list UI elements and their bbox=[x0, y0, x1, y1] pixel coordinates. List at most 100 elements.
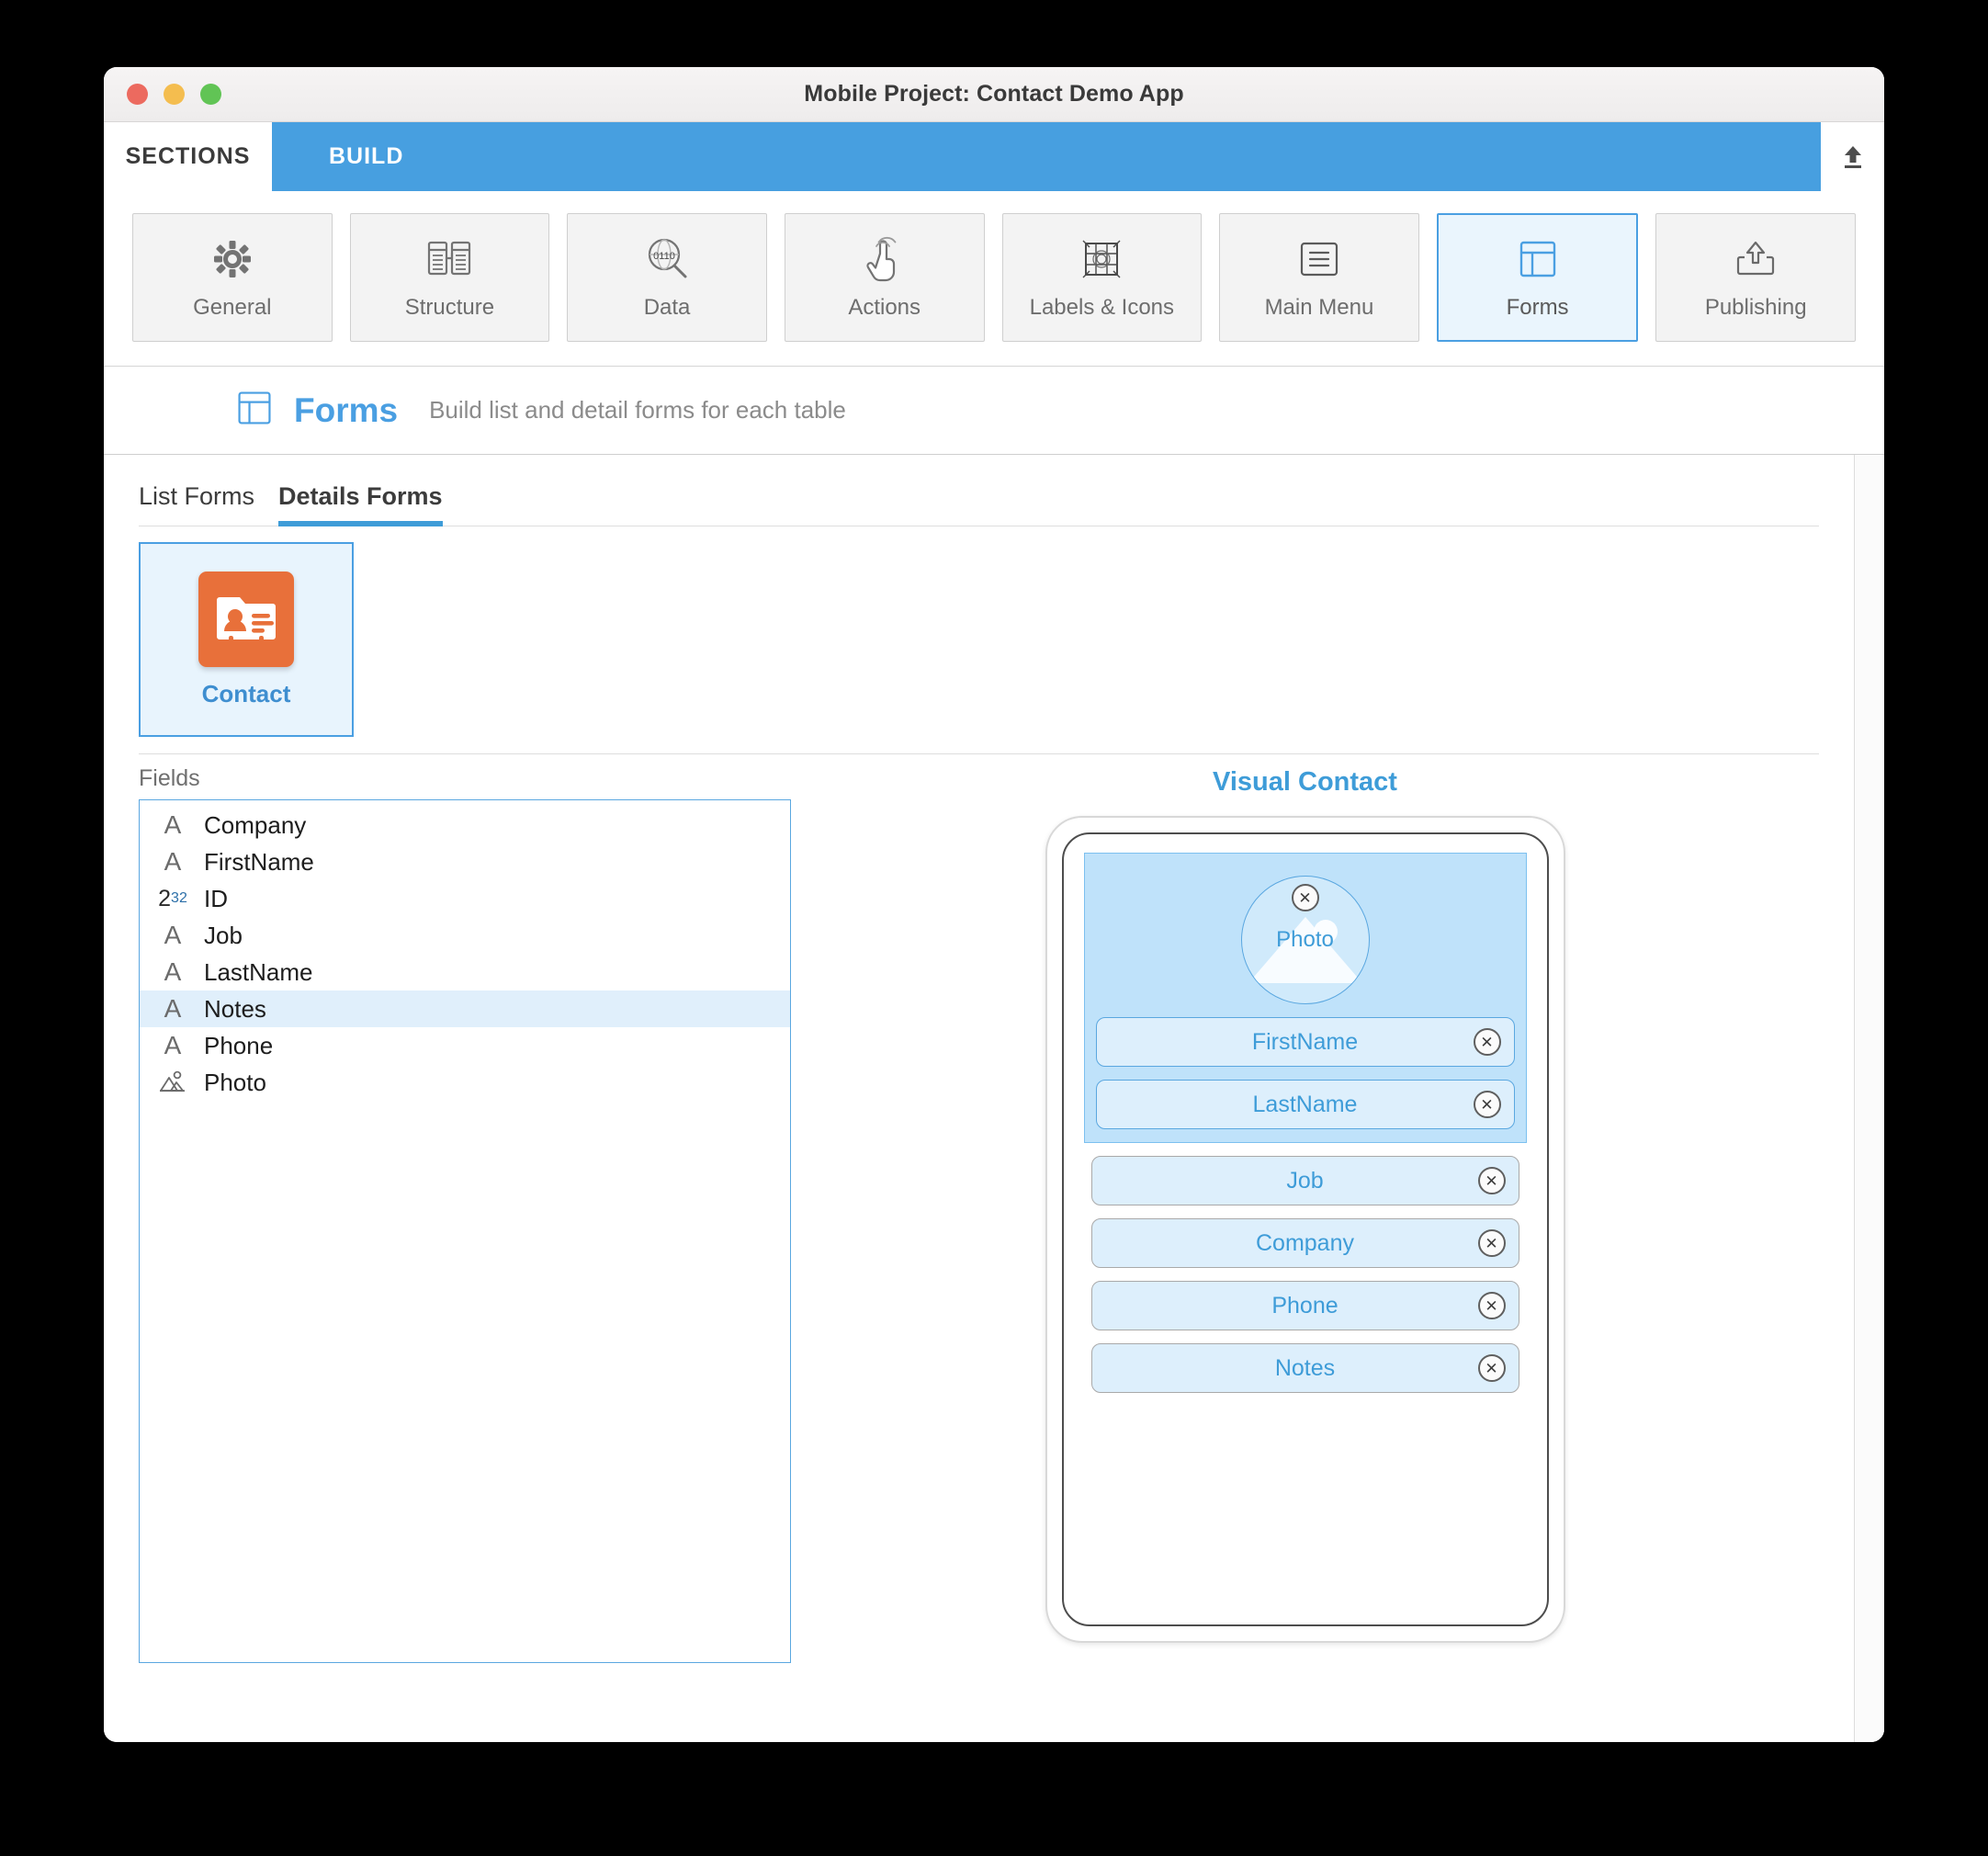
field-name: FirstName bbox=[204, 847, 314, 876]
remove-circle-icon[interactable]: ✕ bbox=[1473, 1091, 1501, 1118]
preview-field-label: LastName bbox=[1252, 1091, 1358, 1117]
field-name: Notes bbox=[204, 994, 266, 1023]
page-header: Forms Build list and detail forms for ea… bbox=[104, 367, 1884, 455]
toolbar-label-forms: Forms bbox=[1506, 295, 1569, 320]
toolbar-item-actions[interactable]: Actions bbox=[784, 213, 985, 342]
remove-circle-icon[interactable]: ✕ bbox=[1291, 884, 1319, 911]
data-search-icon: 0110 bbox=[644, 234, 690, 284]
upload-button[interactable] bbox=[1821, 122, 1884, 191]
toolbar-label-publishing: Publishing bbox=[1704, 295, 1807, 320]
text-type-icon: A bbox=[164, 1031, 182, 1059]
page-subtitle: Build list and detail forms for each tab… bbox=[429, 396, 846, 424]
svg-text:0110: 0110 bbox=[653, 251, 675, 262]
preview-field-label: Phone bbox=[1271, 1292, 1339, 1318]
grid-icon bbox=[1080, 234, 1123, 284]
preview-field-label: FirstName bbox=[1251, 1028, 1359, 1055]
text-type-icon: A bbox=[164, 810, 182, 839]
tab-details-forms[interactable]: Details Forms bbox=[278, 482, 443, 526]
photo-section[interactable]: Photo ✕ FirstName ✕ LastName ✕ bbox=[1083, 853, 1527, 1143]
remove-circle-icon[interactable]: ✕ bbox=[1477, 1167, 1506, 1194]
publish-icon bbox=[1733, 234, 1779, 284]
number-type-icon: 2 32 bbox=[158, 885, 187, 911]
list-item[interactable]: A FirstName bbox=[140, 843, 790, 880]
list-item[interactable]: Photo bbox=[140, 1064, 790, 1101]
structure-icon bbox=[426, 234, 472, 284]
preview-column: Visual Contact Photo ✕ FirstName ✕ LastN… bbox=[791, 754, 1819, 1663]
text-type-icon: A bbox=[164, 847, 182, 876]
avatar-wrap: Photo ✕ bbox=[1085, 876, 1526, 1004]
remove-circle-icon[interactable]: ✕ bbox=[1477, 1354, 1506, 1382]
toolbar-item-general[interactable]: General bbox=[132, 213, 333, 342]
menu-icon bbox=[1297, 234, 1341, 284]
preview-field-job[interactable]: Job ✕ bbox=[1090, 1156, 1519, 1205]
list-item[interactable]: A Company bbox=[140, 807, 790, 843]
field-name: Photo bbox=[204, 1068, 266, 1096]
remove-circle-icon[interactable]: ✕ bbox=[1477, 1292, 1506, 1319]
right-rail bbox=[1854, 455, 1884, 1742]
table-card-contact[interactable]: Contact bbox=[139, 542, 354, 737]
app-window: Mobile Project: Contact Demo App SECTION… bbox=[104, 67, 1884, 1742]
text-type-icon: A bbox=[164, 994, 182, 1023]
avatar-label: Photo bbox=[1276, 927, 1334, 952]
fields-caption: Fields bbox=[139, 765, 200, 791]
toolbar-item-data[interactable]: 0110 Data bbox=[567, 213, 767, 342]
toolbar-label-labels-icons: Labels & Icons bbox=[1029, 295, 1175, 320]
page-body: List Forms Details Forms Contact Fields … bbox=[104, 455, 1884, 1742]
preview-field-phone[interactable]: Phone ✕ bbox=[1090, 1281, 1519, 1330]
forms-subtabs: List Forms Details Forms bbox=[104, 455, 1854, 526]
image-type-icon bbox=[156, 1070, 189, 1094]
page-title: Forms bbox=[294, 390, 399, 429]
page-header-icon bbox=[235, 389, 274, 432]
preview-field-firstname[interactable]: FirstName ✕ bbox=[1095, 1017, 1515, 1067]
forms-layout-icon bbox=[1517, 234, 1559, 284]
text-type-icon: A bbox=[164, 921, 182, 949]
toolbar-label-structure: Structure bbox=[404, 295, 495, 320]
field-name: LastName bbox=[204, 957, 313, 986]
avatar[interactable]: Photo ✕ bbox=[1240, 876, 1370, 1004]
list-item[interactable]: 2 32 ID bbox=[140, 880, 790, 917]
list-item[interactable]: A Phone bbox=[140, 1027, 790, 1064]
window-titlebar: Mobile Project: Contact Demo App bbox=[104, 67, 1884, 122]
preview-field-notes[interactable]: Notes ✕ bbox=[1090, 1343, 1519, 1393]
gear-icon bbox=[209, 234, 255, 284]
content-area: List Forms Details Forms Contact Fields … bbox=[104, 455, 1854, 1742]
tap-hand-icon bbox=[864, 234, 906, 284]
list-item[interactable]: A LastName bbox=[140, 954, 790, 990]
field-name: ID bbox=[204, 884, 228, 912]
fields-column: Fields A Company A FirstName 2 32 ID A J… bbox=[139, 754, 791, 1663]
preview-field-company[interactable]: Company ✕ bbox=[1090, 1218, 1519, 1268]
tab-build[interactable]: BUILD bbox=[272, 122, 1821, 191]
toolbar-item-main-menu[interactable]: Main Menu bbox=[1219, 213, 1419, 342]
remove-circle-icon[interactable]: ✕ bbox=[1473, 1028, 1501, 1056]
window-title: Mobile Project: Contact Demo App bbox=[804, 81, 1184, 107]
toolbar-label-main-menu: Main Menu bbox=[1264, 295, 1374, 320]
preview-field-label: Company bbox=[1256, 1229, 1354, 1256]
columns: Fields A Company A FirstName 2 32 ID A J… bbox=[104, 754, 1854, 1663]
tab-list-forms[interactable]: List Forms bbox=[139, 482, 254, 526]
preview-title: Visual Contact bbox=[1213, 767, 1397, 797]
field-name: Job bbox=[204, 921, 243, 949]
fields-list[interactable]: A Company A FirstName 2 32 ID A Job A La… bbox=[139, 799, 791, 1663]
toolbar-item-labels-icons[interactable]: Labels & Icons bbox=[1001, 213, 1203, 342]
contact-card-icon bbox=[198, 571, 294, 667]
list-item[interactable]: A Job bbox=[140, 917, 790, 954]
preview-fields-stack: Job ✕ Company ✕ Phone ✕ Notes ✕ bbox=[1084, 1156, 1527, 1393]
tab-sections[interactable]: SECTIONS bbox=[104, 122, 272, 191]
toolbar-item-structure[interactable]: Structure bbox=[349, 213, 550, 342]
field-name: Company bbox=[204, 810, 307, 839]
text-type-icon: A bbox=[164, 957, 182, 986]
toolbar-item-forms[interactable]: Forms bbox=[1436, 213, 1639, 342]
preview-field-label: Notes bbox=[1274, 1354, 1336, 1381]
table-cards-row: Contact bbox=[104, 526, 1854, 737]
toolbar-label-actions: Actions bbox=[848, 295, 921, 320]
toolbar-label-data: Data bbox=[643, 295, 691, 320]
phone-frame: Photo ✕ FirstName ✕ LastName ✕ Job ✕ Com… bbox=[1045, 816, 1565, 1643]
top-tab-bar: SECTIONS BUILD bbox=[104, 122, 1884, 191]
preview-field-lastname[interactable]: LastName ✕ bbox=[1095, 1080, 1515, 1129]
preview-field-label: Job bbox=[1286, 1167, 1324, 1194]
remove-circle-icon[interactable]: ✕ bbox=[1477, 1229, 1506, 1257]
toolbar-item-publishing[interactable]: Publishing bbox=[1655, 213, 1856, 342]
section-toolbar: General Structure 0110 Data Actions Labe… bbox=[104, 191, 1884, 367]
upload-icon bbox=[1844, 145, 1861, 168]
list-item[interactable]: A Notes bbox=[140, 990, 790, 1027]
